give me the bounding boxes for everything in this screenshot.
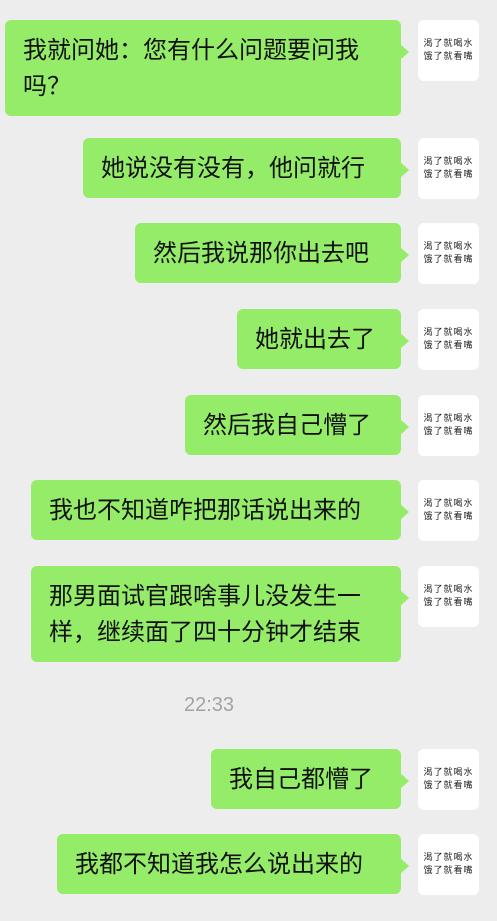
avatar-text-line: 饿了就看嘴	[423, 780, 474, 791]
sender-avatar[interactable]: 渴了就喝水 饿了就看嘴	[418, 309, 479, 370]
avatar-text-line: 渴了就喝水	[423, 156, 474, 167]
avatar-text-line: 渴了就喝水	[423, 767, 474, 778]
avatar-text-line: 渴了就喝水	[423, 241, 474, 252]
message-bubble[interactable]: 然后我自己懵了	[185, 395, 409, 455]
avatar-text-line: 渴了就喝水	[423, 413, 474, 424]
sender-avatar[interactable]: 渴了就喝水 饿了就看嘴	[418, 223, 479, 284]
message-bubble[interactable]: 我都不知道我怎么说出来的	[57, 834, 409, 894]
avatar-text-line: 饿了就看嘴	[423, 426, 474, 437]
sender-avatar[interactable]: 渴了就喝水 饿了就看嘴	[418, 480, 479, 541]
sender-avatar[interactable]: 渴了就喝水 饿了就看嘴	[418, 395, 479, 456]
chat-message-list[interactable]: 我就问她：您有什么问题要问我吗？ 渴了就喝水 饿了就看嘴 她说没有没有，他问就行…	[0, 0, 497, 921]
message-bubble[interactable]: 我自己都懵了	[211, 749, 409, 809]
sender-avatar[interactable]: 渴了就喝水 饿了就看嘴	[418, 749, 479, 810]
avatar-text-line: 渴了就喝水	[423, 498, 474, 509]
avatar-text-line: 渴了就喝水	[423, 38, 474, 49]
avatar-text-line: 饿了就看嘴	[423, 51, 474, 62]
message-bubble[interactable]: 她说没有没有，他问就行	[83, 138, 409, 198]
sender-avatar[interactable]: 渴了就喝水 饿了就看嘴	[418, 138, 479, 199]
avatar-text-line: 饿了就看嘴	[423, 597, 474, 608]
avatar-text-line: 饿了就看嘴	[423, 511, 474, 522]
avatar-text-line: 饿了就看嘴	[423, 169, 474, 180]
sender-avatar[interactable]: 渴了就喝水 饿了就看嘴	[418, 20, 479, 81]
message-bubble[interactable]: 然后我说那你出去吧	[135, 223, 409, 283]
message-bubble[interactable]: 那男面试官跟啥事儿没发生一样，继续面了四十分钟才结束	[31, 566, 409, 662]
avatar-text-line: 渴了就喝水	[423, 852, 474, 863]
avatar-text-line: 饿了就看嘴	[423, 865, 474, 876]
avatar-text-line: 饿了就看嘴	[423, 254, 474, 265]
message-bubble[interactable]: 我就问她：您有什么问题要问我吗？	[5, 20, 409, 116]
sender-avatar[interactable]: 渴了就喝水 饿了就看嘴	[418, 834, 479, 895]
sender-avatar[interactable]: 渴了就喝水 饿了就看嘴	[418, 566, 479, 627]
timestamp: 22:33	[183, 694, 235, 716]
avatar-text-line: 渴了就喝水	[423, 584, 474, 595]
message-bubble[interactable]: 我也不知道咋把那话说出来的	[31, 480, 409, 540]
avatar-text-line: 渴了就喝水	[423, 327, 474, 338]
avatar-text-line: 饿了就看嘴	[423, 340, 474, 351]
message-bubble[interactable]: 她就出去了	[237, 309, 409, 369]
